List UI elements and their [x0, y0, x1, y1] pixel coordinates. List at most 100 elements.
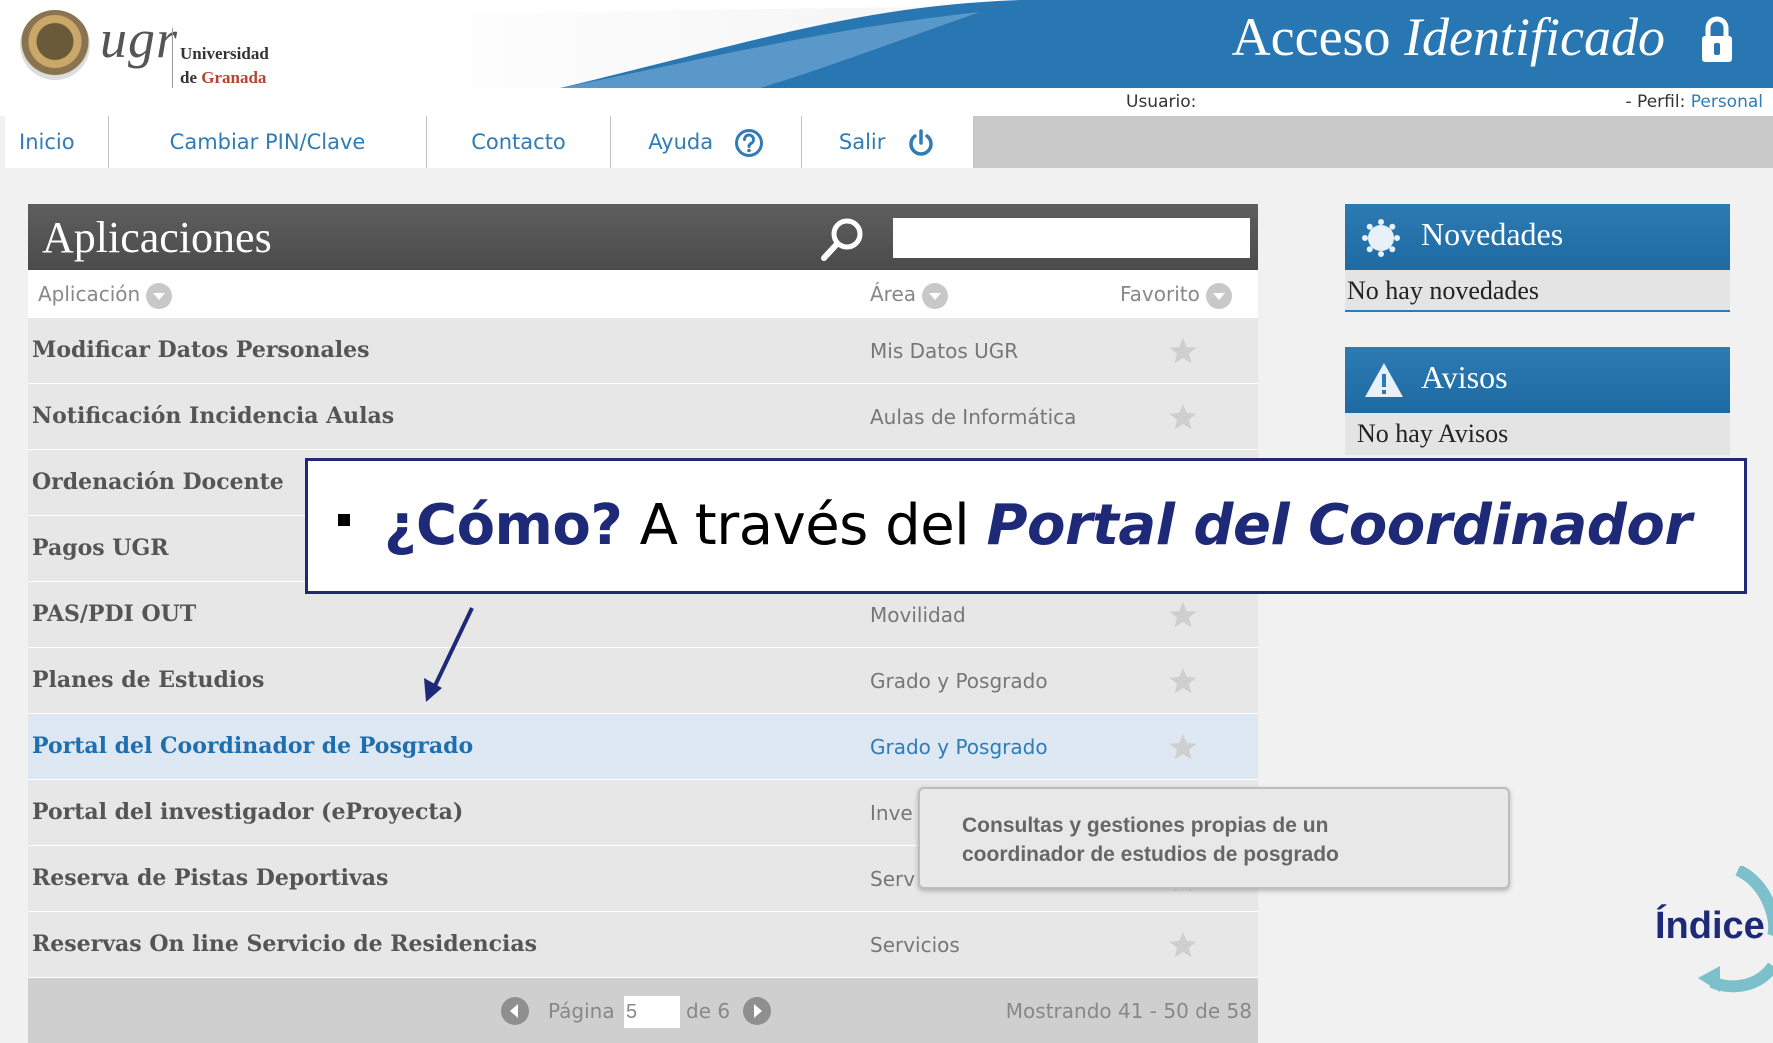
- results-count: Mostrando 41 - 50 de 58: [1005, 999, 1252, 1023]
- application-name[interactable]: Portal del Coordinador de Posgrado: [32, 733, 473, 759]
- favorite-star-icon[interactable]: [1168, 930, 1198, 960]
- applications-panel: Aplicaciones Aplicación Área Favorito Mo…: [28, 204, 1258, 1043]
- novedades-header: Novedades: [1345, 204, 1730, 270]
- app-description-tooltip: Consultas y gestiones propias de un coor…: [918, 787, 1510, 889]
- callout-portal: Portal del Coordinador: [986, 493, 1692, 558]
- application-name[interactable]: Planes de Estudios: [32, 667, 264, 693]
- logo-de-granada: de Granada: [180, 68, 266, 88]
- search-icon[interactable]: [818, 214, 868, 264]
- logo-universidad: Universidad: [180, 44, 269, 63]
- avisos-title: Avisos: [1421, 359, 1508, 395]
- slide-callout: ¿Cómo? A través del Portal del Coordinad…: [305, 458, 1747, 594]
- page-title-italic: Identificado: [1404, 7, 1665, 67]
- novedades-title: Novedades: [1421, 216, 1564, 252]
- column-area[interactable]: Área: [870, 282, 949, 309]
- table-row[interactable]: Portal del Coordinador de Posgrado Grado …: [28, 714, 1258, 780]
- nav-label: Ayuda: [648, 130, 714, 154]
- application-name[interactable]: Reservas On line Servicio de Residencias: [32, 931, 537, 957]
- tooltip-line1: Consultas y gestiones propias de un: [962, 814, 1329, 837]
- application-name[interactable]: PAS/PDI OUT: [32, 601, 196, 627]
- perfil-info: - Perfil: Personal: [1626, 92, 1763, 112]
- nav-label: Cambiar PIN/Clave: [169, 130, 366, 154]
- application-area: Servicios: [870, 933, 960, 957]
- application-name[interactable]: Modificar Datos Personales: [32, 337, 369, 363]
- table-row[interactable]: Notificación Incidencia Aulas Aulas de In…: [28, 384, 1258, 450]
- table-header: Aplicación Área Favorito: [28, 270, 1258, 318]
- ugr-seal-logo[interactable]: [20, 10, 90, 80]
- ugr-logo-text: ugr: [100, 9, 179, 69]
- favorite-star-icon[interactable]: [1168, 732, 1198, 762]
- logo-granada: Granada: [201, 68, 267, 87]
- favorite-star-icon[interactable]: [1168, 600, 1198, 630]
- page-title: Acceso Identificado: [1232, 6, 1665, 68]
- callout-text: ¿Cómo? A través del Portal del Coordinad…: [384, 493, 1692, 558]
- nav-label: Inicio: [19, 130, 75, 154]
- tooltip-line2: coordinador de estudios de posgrado: [962, 843, 1339, 866]
- warning-icon: [1365, 363, 1403, 397]
- application-name[interactable]: Pagos UGR: [32, 535, 169, 561]
- table-row[interactable]: Reservas On line Servicio de Residencias…: [28, 912, 1258, 978]
- nav-item-cambiar-pin[interactable]: Cambiar PIN/Clave: [109, 116, 427, 168]
- nav-item-ayuda[interactable]: Ayuda: [611, 116, 802, 168]
- page-total: de 6: [686, 999, 731, 1023]
- callout-middle: A través del: [622, 493, 987, 558]
- table-row[interactable]: Planes de Estudios Grado y Posgrado: [28, 648, 1258, 714]
- sort-icon[interactable]: [146, 282, 173, 309]
- usuario-label: Usuario:: [1126, 92, 1197, 112]
- application-area: Inve: [870, 801, 913, 825]
- sort-icon[interactable]: [922, 282, 949, 309]
- favorite-star-icon[interactable]: [1168, 402, 1198, 432]
- power-icon: [909, 129, 933, 156]
- favorite-star-icon[interactable]: [1168, 336, 1198, 366]
- bullet-point: [338, 514, 350, 526]
- novedades-body: No hay novedades: [1345, 270, 1730, 312]
- nav-label: Salir: [838, 130, 886, 154]
- application-area: Mis Datos UGR: [870, 339, 1019, 363]
- logo-de: de: [180, 68, 197, 87]
- column-label: Aplicación: [38, 282, 141, 306]
- application-area: Movilidad: [870, 603, 966, 627]
- page-number-input[interactable]: [624, 996, 680, 1028]
- novedades-box: Novedades No hay novedades: [1345, 204, 1730, 312]
- lock-icon: [1702, 16, 1732, 62]
- callout-question: ¿Cómo?: [384, 493, 623, 558]
- nav-item-inicio[interactable]: Inicio: [5, 116, 109, 168]
- favorite-star-icon[interactable]: [1168, 666, 1198, 696]
- nav-item-salir[interactable]: Salir: [802, 116, 974, 168]
- nav-label: Contacto: [471, 130, 566, 154]
- pointer-arrow: [424, 607, 474, 702]
- avisos-box: Avisos No hay Avisos: [1345, 347, 1730, 455]
- applications-header: Aplicaciones: [28, 204, 1258, 270]
- page-title-plain: Acceso: [1231, 7, 1391, 67]
- perfil-value[interactable]: Personal: [1691, 92, 1763, 112]
- sun-icon: [1362, 219, 1400, 257]
- search-input[interactable]: [893, 218, 1250, 258]
- applications-title: Aplicaciones: [42, 213, 272, 262]
- avisos-body: No hay Avisos: [1345, 413, 1730, 455]
- table-row[interactable]: Modificar Datos Personales Mis Datos UGR: [28, 318, 1258, 384]
- prev-page-icon[interactable]: [500, 996, 530, 1026]
- application-name[interactable]: Reserva de Pistas Deportivas: [32, 865, 388, 891]
- indice-link[interactable]: Índice: [1655, 905, 1765, 948]
- sort-icon[interactable]: [1205, 282, 1232, 309]
- column-aplicacion[interactable]: Aplicación: [38, 282, 173, 309]
- pagination: Página de 6 Mostrando 41 - 50 de 58: [28, 978, 1258, 1043]
- logo-divider: [172, 28, 173, 88]
- user-bar: Usuario: - Perfil: Personal: [0, 88, 1773, 116]
- application-name[interactable]: Portal del investigador (eProyecta): [32, 799, 463, 825]
- column-label: Favorito: [1120, 282, 1200, 306]
- application-name[interactable]: Ordenación Docente: [32, 469, 284, 495]
- main-nav: Inicio Cambiar PIN/Clave Contacto Ayuda …: [5, 116, 1773, 168]
- application-name[interactable]: Notificación Incidencia Aulas: [32, 403, 394, 429]
- application-area: Grado y Posgrado: [870, 735, 1048, 759]
- application-area: Grado y Posgrado: [870, 669, 1048, 693]
- application-area: Serv: [870, 867, 916, 891]
- perfil-label: - Perfil:: [1625, 92, 1686, 112]
- next-page-icon[interactable]: [742, 996, 772, 1026]
- nav-item-contacto[interactable]: Contacto: [427, 116, 611, 168]
- header: ugr Universidad de Granada Acceso Identi…: [0, 0, 1773, 88]
- application-area: Aulas de Informática: [870, 405, 1077, 429]
- help-icon: [734, 129, 763, 157]
- avisos-header: Avisos: [1345, 347, 1730, 413]
- column-favorito[interactable]: Favorito: [1120, 282, 1232, 309]
